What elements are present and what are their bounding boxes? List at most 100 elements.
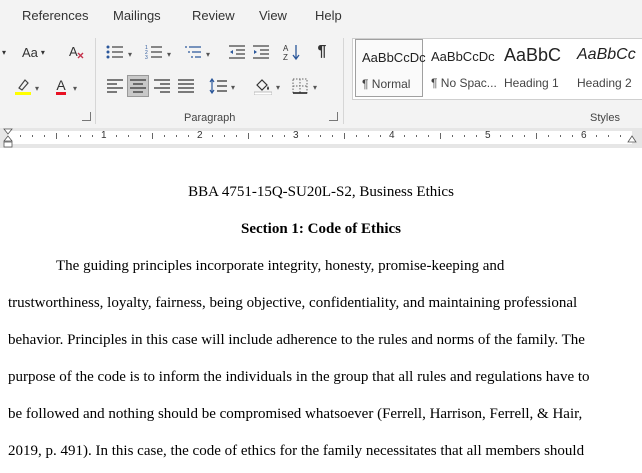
ruler-tick [332, 135, 333, 137]
ruler-tick [560, 135, 561, 137]
paragraph-line: behavior. Principles in this case will i… [8, 332, 585, 348]
show-formatting-marks-button[interactable]: ¶ [312, 41, 332, 63]
align-center-button[interactable] [127, 75, 149, 97]
paragraph-dialog-launcher[interactable] [329, 112, 338, 121]
clear-formatting-button[interactable]: A [66, 41, 88, 63]
paragraph-line: be followed and nothing should be compro… [8, 406, 583, 422]
change-case-button[interactable]: Aa ▾ [22, 42, 45, 62]
bullets-button[interactable] [104, 42, 126, 62]
style-sample: AaBbCc [577, 46, 636, 63]
ruler-tick [500, 135, 501, 137]
style-sample: AaBbCcDc [362, 50, 426, 65]
chevron-down-icon[interactable]: ▾ [128, 50, 132, 59]
align-right-icon [154, 79, 170, 93]
style-heading-1[interactable]: AaBbC Heading 1 [498, 39, 568, 97]
align-left-button[interactable] [104, 75, 126, 97]
ruler-tick [152, 133, 153, 139]
sort-button[interactable]: AZ [281, 41, 303, 63]
document-title: BBA 4751-15Q-SU20L-S2, Business Ethics [188, 184, 454, 200]
ruler-tick [428, 135, 429, 137]
group-separator [343, 38, 344, 124]
ruler-tick [212, 135, 213, 137]
ruler-tick [224, 135, 225, 137]
chevron-down-icon[interactable]: ▾ [167, 50, 171, 59]
right-indent-marker-icon[interactable] [627, 134, 637, 144]
tab-references[interactable]: References [22, 8, 88, 23]
line-spacing-button[interactable] [207, 75, 229, 97]
indent-marker-icon[interactable] [3, 128, 13, 148]
ruler-tick [140, 135, 141, 137]
chevron-down-icon[interactable]: ▾ [73, 84, 77, 93]
chevron-down-icon[interactable]: ▾ [206, 50, 210, 59]
font-size-dropdown-edge[interactable]: ▾ [0, 44, 8, 60]
ruler-tick [68, 135, 69, 137]
ruler-tick [32, 135, 33, 137]
chevron-down-icon[interactable]: ▾ [231, 83, 235, 92]
shading-icon [254, 79, 272, 95]
svg-text:A: A [283, 44, 289, 53]
paragraph-group-label: Paragraph [184, 112, 236, 124]
borders-button[interactable] [289, 75, 311, 97]
style-name: Heading 1 [504, 76, 559, 90]
chevron-down-icon[interactable]: ▾ [35, 84, 39, 93]
sort-icon: AZ [283, 44, 300, 61]
style-name: Heading 2 [577, 76, 632, 90]
ruler-tick [320, 135, 321, 137]
ruler-number: 1 [101, 130, 107, 141]
paragraph-line: The guiding principles incorporate integ… [56, 258, 505, 274]
numbering-button[interactable]: 123 [143, 42, 165, 62]
tab-view[interactable]: View [259, 8, 287, 23]
paragraph-line: 2019, p. 491). In this case, the code of… [8, 443, 585, 459]
styles-gallery: AaBbCcDc ¶ Normal AaBbCcDc ¶ No Spac... … [352, 38, 642, 100]
paragraph-line: purpose of the code is to inform the ind… [8, 369, 590, 385]
decrease-indent-button[interactable] [226, 42, 248, 62]
ruler-tick [404, 135, 405, 137]
ruler-tick [128, 135, 129, 137]
ruler-tick [176, 135, 177, 137]
highlight-button[interactable] [14, 76, 32, 96]
decrease-indent-icon [229, 45, 245, 59]
ruler-number: 4 [389, 130, 395, 141]
highlight-icon [15, 79, 31, 95]
tab-help[interactable]: Help [315, 8, 342, 23]
ruler-tick [308, 135, 309, 137]
shading-button[interactable] [252, 75, 274, 97]
horizontal-ruler[interactable]: 1 2 3 4 5 6 [0, 128, 642, 148]
ruler-tick [164, 135, 165, 137]
borders-icon [292, 78, 308, 94]
style-sample: AaBbCcDc [431, 49, 495, 64]
ruler-tick [416, 135, 417, 137]
styles-group-label: Styles [590, 112, 620, 124]
ruler-tick [56, 133, 57, 139]
tab-mailings[interactable]: Mailings [113, 8, 161, 23]
ruler-tick [272, 135, 273, 137]
svg-text:A: A [69, 44, 78, 59]
align-right-button[interactable] [151, 75, 173, 97]
ruler-tick [344, 133, 345, 139]
multilevel-list-button[interactable] [182, 42, 204, 62]
ruler-tick [368, 135, 369, 137]
ribbon-tab-bar: References Mailings Review View Help [0, 0, 642, 32]
chevron-down-icon[interactable]: ▾ [276, 83, 280, 92]
svg-text:Z: Z [283, 53, 288, 61]
document-page[interactable]: BBA 4751-15Q-SU20L-S2, Business Ethics S… [0, 148, 642, 473]
ruler-tick [452, 135, 453, 137]
style-sample: AaBbC [504, 45, 562, 65]
justify-button[interactable] [175, 75, 197, 97]
bullets-icon [106, 45, 123, 59]
font-color-icon: A [56, 76, 66, 95]
style-normal[interactable]: AaBbCcDc ¶ Normal [355, 39, 426, 97]
font-dialog-launcher[interactable] [82, 112, 91, 121]
increase-indent-button[interactable] [250, 42, 272, 62]
section-heading: Section 1: Code of Ethics [241, 221, 401, 237]
ruler-tick [80, 135, 81, 137]
chevron-down-icon[interactable]: ▾ [313, 83, 317, 92]
style-no-spacing[interactable]: AaBbCcDc ¶ No Spac... [425, 39, 497, 97]
ruler-tick [380, 135, 381, 137]
font-color-button[interactable]: A [52, 76, 70, 96]
tab-review[interactable]: Review [192, 8, 235, 23]
line-spacing-icon [209, 78, 227, 94]
style-heading-2[interactable]: AaBbCc Heading 2 [571, 39, 641, 97]
ruler-tick [620, 135, 621, 137]
svg-text:3: 3 [145, 55, 148, 60]
